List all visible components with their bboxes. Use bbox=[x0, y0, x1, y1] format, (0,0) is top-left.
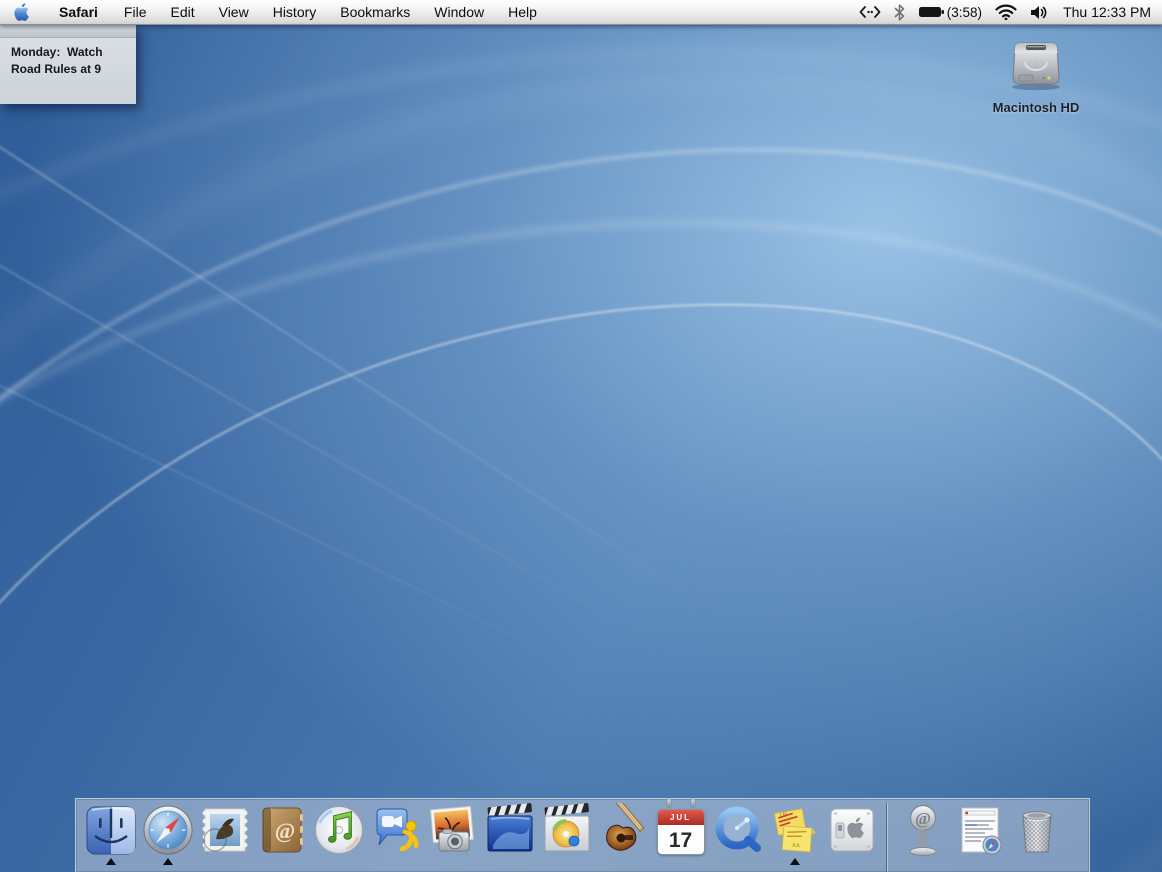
trash-icon bbox=[1021, 811, 1052, 853]
menu-history[interactable]: History bbox=[261, 0, 329, 24]
mail-icon bbox=[202, 808, 247, 852]
stickies-icon: LM JUL bbox=[773, 808, 816, 853]
menu-help[interactable]: Help bbox=[496, 0, 549, 24]
sticky-note-titlebar[interactable] bbox=[0, 25, 136, 38]
ical-binding-ring bbox=[666, 799, 671, 807]
sticky-note-text: Monday: Watch Road Rules at 9 bbox=[0, 38, 136, 78]
safari-icon bbox=[143, 805, 192, 855]
menu-window[interactable]: Window bbox=[422, 0, 496, 24]
iphoto-icon bbox=[429, 805, 474, 852]
battery-menu[interactable]: (3:58) bbox=[918, 0, 982, 24]
svg-text:LM: LM bbox=[779, 812, 787, 819]
dock-item-system-preferences[interactable] bbox=[823, 803, 880, 865]
menu-bar: Safari File Edit View History Bookmarks … bbox=[0, 0, 1162, 25]
idvd-icon bbox=[544, 803, 589, 852]
dock-item-iphoto[interactable] bbox=[424, 803, 481, 865]
ical-month-label: JUL bbox=[657, 810, 704, 825]
menu-app-name[interactable]: Safari bbox=[45, 0, 112, 24]
dock-item-address-book[interactable]: @ bbox=[253, 803, 310, 865]
dock-item-at-sign-spring[interactable]: @ bbox=[894, 803, 951, 865]
dock-item-imovie[interactable] bbox=[481, 803, 538, 865]
wallpaper-arc bbox=[0, 0, 1162, 872]
dock: @ JUL 17 LM JUL @ bbox=[75, 798, 1090, 872]
itunes-icon bbox=[314, 806, 363, 854]
dock-item-mail[interactable] bbox=[196, 803, 253, 865]
dock-item-itunes[interactable] bbox=[310, 803, 367, 865]
ichat-icon bbox=[376, 808, 418, 852]
dock-item-quicktime[interactable] bbox=[709, 803, 766, 865]
airport-menu[interactable] bbox=[995, 0, 1017, 24]
sticky-note-line: Road Rules at 9 bbox=[11, 62, 102, 76]
ical-day-label: 17 bbox=[668, 828, 693, 852]
desktop-wallpaper bbox=[0, 0, 1162, 872]
dock-item-web-document[interactable] bbox=[951, 803, 1008, 865]
quicktime-icon bbox=[715, 806, 761, 852]
garageband-icon bbox=[605, 803, 644, 851]
dock-item-ichat[interactable] bbox=[367, 803, 424, 865]
wallpaper-ray bbox=[0, 230, 651, 642]
volume-label: Macintosh HD bbox=[992, 100, 1080, 115]
menu-bar-status: (3:58) Thu 12:33 PM bbox=[859, 0, 1162, 24]
wallpaper-ray bbox=[0, 370, 654, 705]
svg-text:@: @ bbox=[915, 809, 931, 828]
running-indicator bbox=[105, 858, 116, 865]
internet-connect-icon bbox=[859, 6, 881, 18]
menu-bookmarks[interactable]: Bookmarks bbox=[328, 0, 422, 24]
menu-view[interactable]: View bbox=[207, 0, 261, 24]
system-preferences-icon bbox=[830, 808, 873, 852]
dock-item-garageband[interactable] bbox=[595, 803, 652, 865]
bluetooth-icon bbox=[894, 3, 905, 21]
web-document-icon bbox=[961, 807, 1001, 855]
dock-item-stickies[interactable]: LM JUL bbox=[766, 803, 823, 865]
wallpaper-arc bbox=[0, 141, 1162, 872]
finder-icon bbox=[86, 806, 135, 855]
desktop-icon-macintosh-hd[interactable]: Macintosh HD bbox=[976, 36, 1096, 115]
apple-icon bbox=[14, 2, 29, 21]
menu-clock[interactable]: Thu 12:33 PM bbox=[1061, 0, 1151, 24]
sticky-note-line: Monday: Watch bbox=[11, 45, 103, 59]
internet-connect-menu[interactable] bbox=[859, 0, 881, 24]
wallpaper-arc bbox=[0, 0, 1162, 872]
menu-file[interactable]: File bbox=[112, 0, 159, 24]
at-sign-spring-icon: @ bbox=[909, 804, 936, 856]
wallpaper-arc bbox=[0, 65, 1162, 872]
ical-binding-ring bbox=[690, 799, 695, 807]
dock-item-safari[interactable] bbox=[139, 803, 196, 865]
airport-wifi-icon bbox=[995, 4, 1017, 20]
svg-text:@: @ bbox=[274, 818, 294, 843]
sticky-note-window[interactable]: Monday: Watch Road Rules at 9 bbox=[0, 25, 136, 104]
menu-bar-left: Safari File Edit View History Bookmarks … bbox=[0, 0, 549, 24]
dock-item-trash[interactable] bbox=[1008, 803, 1065, 865]
volume-icon bbox=[1031, 5, 1047, 19]
apple-menu[interactable] bbox=[0, 0, 45, 24]
running-indicator bbox=[162, 858, 173, 865]
ical-icon: JUL 17 bbox=[656, 799, 705, 855]
svg-text:JUL: JUL bbox=[791, 843, 801, 850]
hard-drive-icon bbox=[1012, 42, 1060, 91]
wallpaper-ray bbox=[0, 120, 715, 612]
volume-menu[interactable] bbox=[1030, 0, 1048, 24]
dock-item-finder[interactable] bbox=[82, 803, 139, 865]
dock-divider bbox=[886, 803, 887, 872]
running-indicator bbox=[789, 858, 800, 865]
address-book-icon: @ bbox=[262, 807, 303, 853]
bluetooth-menu[interactable] bbox=[894, 0, 905, 24]
wallpaper-arc bbox=[0, 0, 1162, 872]
menu-edit[interactable]: Edit bbox=[158, 0, 206, 24]
battery-icon bbox=[918, 7, 944, 17]
dock-item-ical[interactable]: JUL 17 bbox=[652, 799, 709, 863]
dock-item-idvd[interactable] bbox=[538, 803, 595, 865]
battery-time-label: (3:58) bbox=[946, 4, 983, 20]
imovie-icon bbox=[487, 803, 532, 852]
